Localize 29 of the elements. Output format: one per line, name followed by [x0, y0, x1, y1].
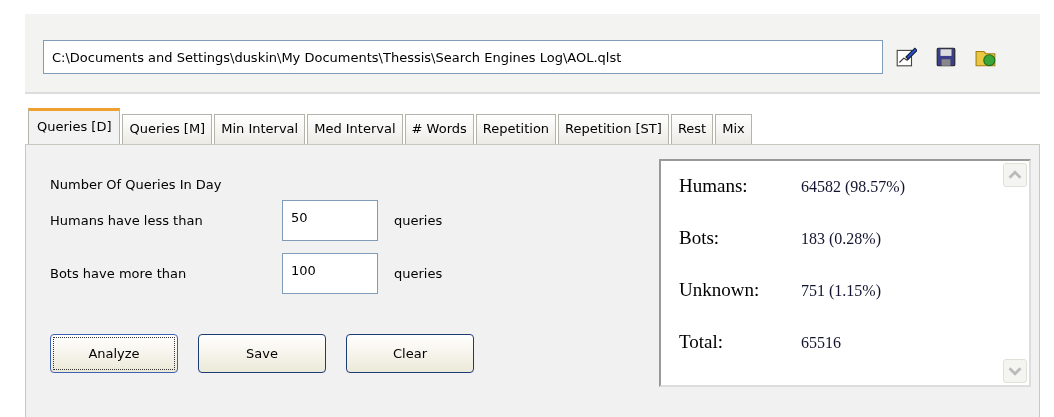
action-button[interactable]: Clear [346, 334, 474, 373]
result-value: 65516 [801, 334, 841, 352]
threshold-label: Bots have more than [50, 266, 188, 281]
tab[interactable]: Queries [M] [122, 114, 213, 144]
section-title: Number Of Queries In Day [50, 177, 223, 192]
tab[interactable]: Min Interval [214, 114, 306, 144]
tab[interactable]: Mix [715, 114, 752, 144]
result-label: Total: [679, 331, 725, 353]
threshold-input[interactable]: 50 [282, 200, 378, 241]
result-value: 183 (0.28%) [801, 230, 881, 248]
result-value: 751 (1.15%) [801, 282, 881, 300]
result-label: Unknown: [679, 279, 761, 301]
unit-label: queries [394, 213, 443, 228]
action-button[interactable]: Save [198, 334, 326, 373]
threshold-input[interactable]: 100 [282, 253, 378, 294]
action-button[interactable]: Analyze [50, 334, 178, 373]
edit-icon[interactable] [895, 46, 917, 68]
result-label: Bots: [679, 227, 721, 249]
file-path-field[interactable]: C:\Documents and Settings\duskin\My Documents\Thessis\Search Engines Log\AOL.qlst [43, 40, 883, 74]
result-label: Humans: [679, 175, 749, 197]
tab[interactable]: Rest [670, 114, 714, 144]
tab[interactable]: # Words [404, 114, 474, 144]
tab[interactable]: Med Interval [307, 114, 403, 144]
tab[interactable]: Repetition [ST] [558, 114, 669, 144]
result-value: 64582 (98.57%) [801, 178, 905, 196]
tab[interactable]: Queries [D] [28, 108, 121, 144]
tab[interactable]: Repetition [475, 114, 557, 144]
unit-label: queries [394, 266, 443, 281]
threshold-label: Humans have less than [50, 213, 204, 228]
